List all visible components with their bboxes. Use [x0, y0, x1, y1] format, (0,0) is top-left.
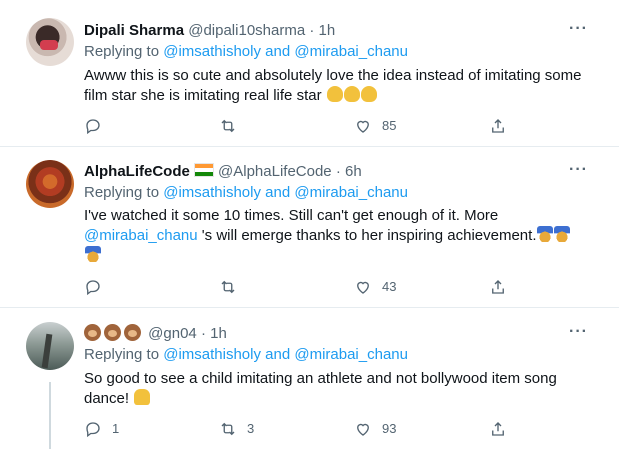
timestamp[interactable]: 1h [210, 325, 227, 342]
replying-to: Replying to @imsathisholy and @mirabai_c… [84, 43, 408, 60]
user-handle[interactable]: @AlphaLifeCode [218, 163, 332, 180]
reply-button[interactable] [84, 116, 102, 136]
like-button[interactable]: 85 [354, 116, 396, 136]
timestamp[interactable]: 6h [345, 163, 362, 180]
avatar[interactable] [26, 322, 74, 370]
retweet-button[interactable]: 3 [219, 419, 254, 439]
share-icon [492, 422, 504, 436]
share-button[interactable] [489, 419, 507, 439]
clapping-hands-icon [326, 86, 343, 102]
tweet-1[interactable]: Dipali Sharma @dipali10sharma · 1h ··· R… [0, 0, 619, 146]
like-count: 85 [382, 118, 397, 133]
retweet-button[interactable] [219, 277, 237, 297]
replying-to: Replying to @imsathisholy and @mirabai_c… [84, 346, 408, 363]
separator-dot: · [309, 22, 315, 39]
tweet-text: I've watched it some 10 times. Still can… [84, 206, 589, 266]
retweet-button[interactable] [219, 116, 237, 136]
clapping-hands-icon [343, 86, 360, 102]
mention-link[interactable]: @mirabai_chanu [294, 184, 408, 201]
more-icon[interactable]: ··· [569, 323, 588, 341]
separator-dot: · [200, 325, 206, 342]
avatar[interactable] [26, 18, 74, 66]
thread-line [49, 382, 51, 449]
user-handle[interactable]: @gn04 [148, 325, 197, 342]
tweet-header: @gn04 · 1h [84, 324, 227, 344]
like-icon [357, 281, 369, 294]
more-icon[interactable]: ··· [569, 161, 588, 179]
tweet-text: So good to see a child imitating an athl… [84, 370, 557, 407]
like-button[interactable]: 43 [354, 277, 396, 297]
user-handle[interactable]: @dipali10sharma [188, 22, 305, 39]
speak-no-evil-monkey-icon [124, 324, 141, 341]
avatar[interactable] [26, 160, 74, 208]
reply-icon [86, 280, 100, 296]
like-count: 93 [382, 421, 397, 436]
medal-icon [85, 246, 101, 262]
medal-icon [537, 226, 554, 242]
display-name[interactable]: Dipali Sharma [84, 22, 184, 39]
like-icon [357, 423, 369, 436]
tweet-text: Awww this is so cute and absolutely love… [84, 67, 582, 104]
share-icon [492, 280, 504, 294]
retweet-icon [221, 280, 235, 294]
reply-button[interactable]: 1 [84, 419, 119, 439]
medal-icon [554, 226, 571, 242]
hear-no-evil-monkey-icon [104, 324, 121, 341]
see-no-evil-monkey-icon [84, 324, 101, 341]
mention-link[interactable]: @imsathisholy [163, 43, 261, 60]
retweet-icon [221, 422, 235, 436]
tweet-2[interactable]: AlphaLifeCode @AlphaLifeCode · 6h ··· Re… [0, 147, 619, 307]
retweet-count: 3 [247, 421, 255, 436]
share-icon [492, 119, 504, 133]
tweet-header: AlphaLifeCode @AlphaLifeCode · 6h [84, 162, 362, 182]
reply-icon [86, 422, 100, 438]
reply-icon [86, 119, 100, 135]
mention-link[interactable]: @mirabai_chanu [84, 227, 198, 244]
like-count: 43 [382, 279, 397, 294]
tweet-header: Dipali Sharma @dipali10sharma · 1h [84, 21, 335, 41]
share-button[interactable] [489, 116, 507, 136]
timestamp[interactable]: 1h [319, 22, 336, 39]
mention-link[interactable]: @mirabai_chanu [294, 346, 408, 363]
replying-to: Replying to @imsathisholy and @mirabai_c… [84, 184, 408, 201]
share-button[interactable] [489, 277, 507, 297]
reply-count: 1 [112, 421, 120, 436]
folded-hands-icon [134, 389, 151, 405]
like-button[interactable]: 93 [354, 419, 396, 439]
reply-button[interactable] [84, 277, 102, 297]
mention-link[interactable]: @mirabai_chanu [294, 43, 408, 60]
mention-link[interactable]: @imsathisholy [163, 346, 261, 363]
like-icon [357, 120, 369, 133]
separator-dot: · [335, 163, 341, 180]
retweet-icon [221, 119, 235, 133]
display-name[interactable]: AlphaLifeCode [84, 163, 190, 180]
india-flag-icon [193, 163, 214, 177]
clapping-hands-icon [360, 86, 377, 102]
mention-link[interactable]: @imsathisholy [163, 184, 261, 201]
more-icon[interactable]: ··· [569, 20, 588, 38]
tweet-3[interactable]: @gn04 · 1h ··· Replying to @imsathisholy… [0, 308, 619, 449]
